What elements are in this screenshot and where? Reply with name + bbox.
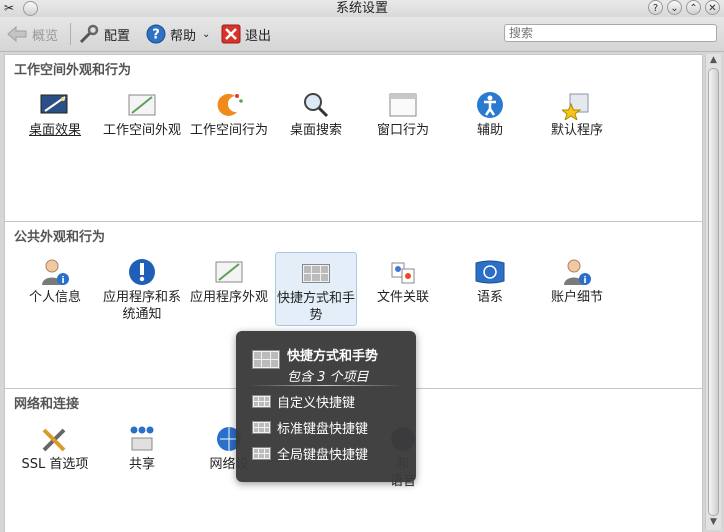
help-window-button[interactable]: ?: [648, 0, 663, 15]
un-flag-icon: [475, 260, 505, 284]
minimize-button[interactable]: ⌄: [667, 0, 682, 15]
tooltip-entry: 全局键盘快捷键: [252, 444, 368, 463]
default-apps-icon: [562, 93, 589, 120]
section-title: 公共外观和行为: [14, 230, 106, 245]
quit-button[interactable]: 退出: [221, 22, 271, 46]
search-input[interactable]: [504, 24, 717, 42]
keyboard-icon: [252, 350, 280, 369]
item-label: 应用程序外观: [189, 290, 268, 305]
item-label: 个人信息: [28, 290, 81, 305]
person-info-icon: i: [42, 259, 69, 286]
scroll-up-arrow-icon[interactable]: ▲: [708, 55, 719, 66]
tooltip-entry-label: 自定义快捷键: [277, 396, 356, 411]
accessibility-icon: [477, 92, 503, 118]
magnifier-icon: [304, 93, 329, 118]
keyboard-icon: [302, 263, 330, 283]
toolbar-separator: [70, 23, 71, 45]
tools-icon: [42, 428, 66, 452]
svg-text:?: ?: [152, 28, 160, 43]
tooltip-subtitle: 包含 3 个项目: [287, 370, 369, 385]
workspace-appearance-icon: [128, 94, 156, 116]
item-label: 辅助: [476, 123, 503, 138]
workspace-behavior-icon: [217, 93, 243, 116]
keyboard-icon: [252, 447, 271, 460]
item-app-notifications[interactable]: 应用程序和系统通知: [101, 252, 183, 326]
help-label: 帮助: [170, 28, 197, 44]
configure-label: 配置: [104, 28, 131, 44]
overview-button[interactable]: 概览: [6, 22, 58, 46]
tooltip-entry-label: 标准键盘快捷键: [277, 422, 369, 437]
section-title: 网络和连接: [14, 397, 80, 412]
sharing-icon: [130, 426, 154, 451]
item-default-apps[interactable]: 默认程序: [536, 85, 618, 159]
item-app-appearance[interactable]: 应用程序外观: [188, 252, 270, 326]
item-file-associations[interactable]: 文件关联: [362, 252, 444, 326]
item-locale[interactable]: 语系: [449, 252, 531, 326]
scroll-down-arrow-icon[interactable]: ▼: [708, 517, 719, 528]
tooltip-divider: [250, 385, 402, 386]
item-label: 快捷方式和手势: [276, 291, 355, 323]
item-desktop-effects[interactable]: 桌面效果: [14, 85, 96, 159]
svg-text:i: i: [583, 276, 586, 286]
notification-icon: [129, 259, 155, 285]
tooltip-entry-label: 全局键盘快捷键: [277, 448, 369, 463]
back-arrow-icon: [7, 25, 27, 43]
toolbar: 概览 配置 ? 帮助 ⌄ 退出: [0, 17, 724, 52]
item-sharing[interactable]: 共享: [101, 419, 183, 493]
help-icon: ?: [146, 24, 166, 44]
keyboard-icon: [252, 395, 271, 408]
item-workspace-behavior[interactable]: 工作空间行为: [188, 85, 270, 159]
tooltip-entry: 标准键盘快捷键: [252, 418, 368, 437]
file-association-icon: [391, 262, 415, 284]
item-label: 默认程序: [550, 123, 603, 138]
item-personal-info[interactable]: i 个人信息: [14, 252, 96, 326]
item-label: 语系: [476, 290, 503, 305]
configure-button[interactable]: 配置: [78, 22, 130, 46]
item-label: 应用程序和系统通知: [102, 290, 181, 322]
tooltip-entry: 自定义快捷键: [252, 392, 355, 411]
chevron-down-icon[interactable]: ⌄: [202, 29, 210, 40]
item-label: 文件关联: [376, 290, 429, 305]
item-desktop-search[interactable]: 桌面搜索: [275, 85, 357, 159]
item-account-details[interactable]: i 账户细节: [536, 252, 618, 326]
account-icon: i: [564, 259, 591, 286]
item-accessibility[interactable]: 辅助: [449, 85, 531, 159]
item-window-behavior[interactable]: 窗口行为: [362, 85, 444, 159]
item-workspace-appearance[interactable]: 工作空间外观: [101, 85, 183, 159]
shortcuts-tooltip: 快捷方式和手势 包含 3 个项目 自定义快捷键 标准键盘快捷键 全局键盘快捷键: [236, 331, 416, 482]
app-appearance-icon: [215, 261, 243, 283]
section-title: 工作空间外观和行为: [14, 63, 132, 78]
desktop-effects-icon: [40, 94, 68, 114]
window-title: 系统设置: [335, 1, 388, 16]
vertical-scrollbar[interactable]: ▲ ▼: [705, 54, 721, 530]
item-ssl-preferences[interactable]: SSL 首选项: [14, 419, 96, 493]
item-label: 工作空间行为: [189, 123, 268, 138]
svg-text:i: i: [61, 276, 64, 286]
close-button[interactable]: ✕: [705, 0, 720, 15]
maximize-button[interactable]: ⌃: [686, 0, 701, 15]
item-label: 桌面搜索: [289, 123, 342, 138]
item-label: 桌面效果: [28, 123, 81, 138]
item-label: 工作空间外观: [102, 123, 181, 138]
close-red-icon: [221, 24, 241, 44]
title-bar: ✂ 系统设置 ? ⌄ ⌃ ✕: [0, 0, 724, 17]
scrollbar-thumb[interactable]: [708, 68, 719, 516]
item-label: 账户细节: [550, 290, 603, 305]
section-workspace: 工作空间外观和行为 桌面效果 工作空间外观 工作空间行为 桌面搜索 窗口行为 辅…: [4, 54, 703, 222]
help-button[interactable]: ? 帮助 ⌄: [146, 22, 210, 46]
item-label: 共享: [128, 457, 155, 472]
tooltip-title: 快捷方式和手势: [287, 349, 379, 364]
wrench-icon: [79, 24, 99, 44]
item-label: SSL 首选项: [21, 457, 89, 472]
window-icon: [389, 93, 417, 117]
item-label: 窗口行为: [376, 123, 429, 138]
quit-label: 退出: [245, 28, 272, 44]
item-shortcuts-gestures[interactable]: 快捷方式和手势: [275, 252, 357, 326]
overview-label: 概览: [32, 28, 59, 44]
keyboard-icon: [252, 421, 271, 434]
